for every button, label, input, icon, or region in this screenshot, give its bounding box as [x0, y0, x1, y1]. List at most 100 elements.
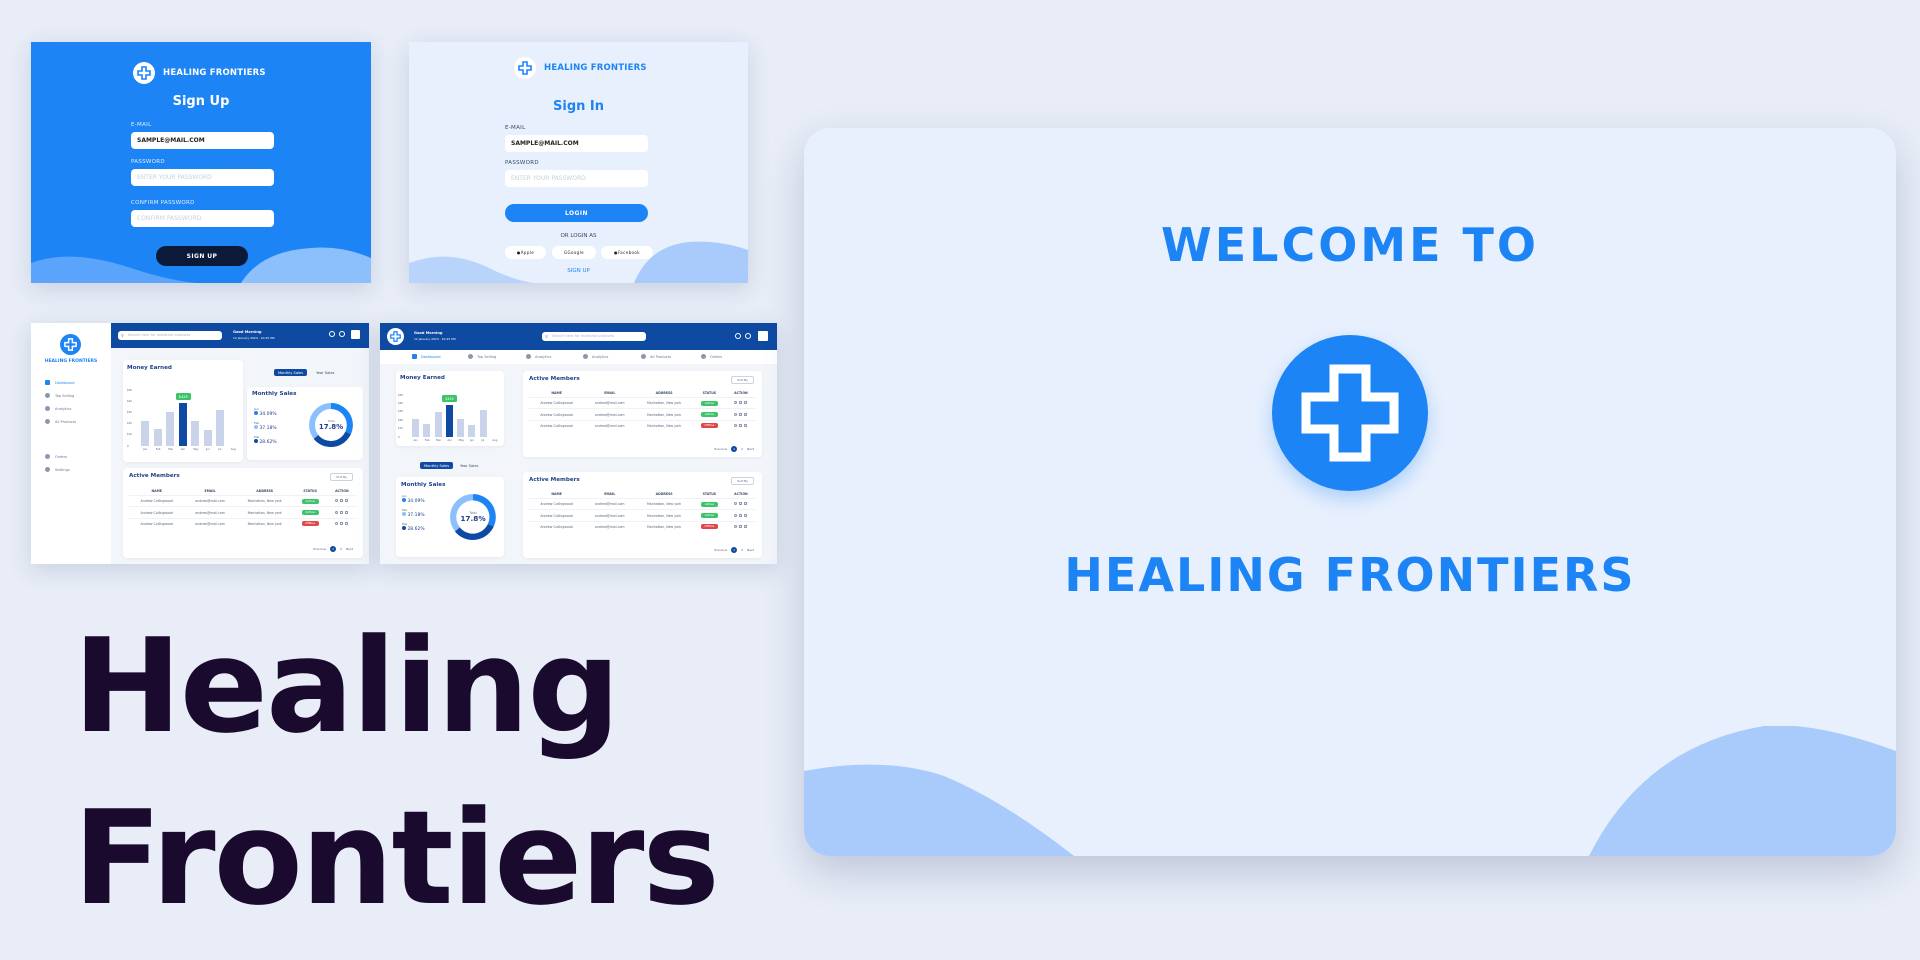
view-icon[interactable]	[335, 521, 339, 525]
delete-icon[interactable]	[744, 524, 748, 528]
social-apple-button[interactable]: ● Apple	[505, 246, 546, 259]
sidebar-item-orders[interactable]: Orders	[45, 454, 67, 459]
bar-apr[interactable]	[445, 405, 453, 437]
sidebar-item-settings[interactable]: Settings	[45, 467, 70, 472]
sort-dropdown[interactable]: Sort By	[330, 473, 353, 481]
sort-dropdown[interactable]: Sort By	[731, 376, 754, 384]
email-input[interactable]: SAMPLE@MAIL.COM	[131, 132, 274, 149]
search-input[interactable]: Search here for medicine products ⚲	[542, 332, 646, 341]
page-1[interactable]: 1	[330, 546, 337, 552]
view-icon[interactable]	[734, 524, 738, 528]
next-page[interactable]: Next	[747, 548, 754, 552]
welcome-brand-name: HEALING FRONTIERS	[1064, 548, 1636, 602]
tab-dashboard[interactable]: Dashboard	[412, 354, 441, 359]
edit-icon[interactable]	[340, 499, 344, 503]
edit-icon[interactable]	[739, 513, 743, 517]
signup-link[interactable]: SIGN UP	[409, 268, 748, 274]
cell-status: Active	[692, 497, 726, 510]
view-icon[interactable]	[734, 401, 738, 405]
delete-icon[interactable]	[744, 401, 748, 405]
view-icon[interactable]	[734, 412, 738, 416]
tab-orders[interactable]: Orders	[701, 354, 722, 359]
page-2[interactable]: 2	[741, 447, 743, 451]
page-1[interactable]: 1	[731, 446, 738, 452]
tab-top-selling[interactable]: Top Selling	[468, 354, 496, 359]
bar-jan[interactable]	[141, 421, 150, 446]
sort-dropdown[interactable]: Sort By	[731, 477, 754, 485]
login-button[interactable]: LOGIN	[505, 204, 648, 222]
edit-icon[interactable]	[739, 524, 743, 528]
social-google-button[interactable]: G Google	[552, 246, 596, 259]
edit-icon[interactable]	[739, 502, 743, 506]
tab-analytics[interactable]: Analytics	[526, 354, 551, 359]
avatar[interactable]	[351, 330, 360, 339]
toggle-year-sales[interactable]: Year Sales	[456, 462, 482, 469]
delete-icon[interactable]	[744, 412, 748, 416]
page-2[interactable]: 2	[741, 548, 743, 552]
bar-may[interactable]	[191, 421, 200, 446]
status-badge: Active	[301, 498, 319, 504]
edit-icon[interactable]	[340, 510, 344, 514]
page-1[interactable]: 1	[731, 547, 738, 553]
cell-name: Andrew Collingwood	[129, 517, 185, 530]
bar-feb[interactable]	[423, 424, 431, 437]
email-input[interactable]: SAMPLE@MAIL.COM	[505, 135, 648, 152]
gear-icon[interactable]	[339, 331, 345, 337]
table-row: Andrew Collingwood andrew@mail.com Manhatt…	[129, 506, 357, 519]
bar-jun[interactable]	[203, 430, 212, 446]
bar-jan[interactable]	[412, 418, 420, 437]
bar-feb[interactable]	[153, 429, 162, 446]
edit-icon[interactable]	[739, 423, 743, 427]
delete-icon[interactable]	[744, 513, 748, 517]
gear-icon[interactable]	[745, 333, 751, 339]
delete-icon[interactable]	[744, 502, 748, 506]
avatar[interactable]	[758, 331, 768, 341]
toggle-monthly-sales[interactable]: Monthly Sales	[274, 369, 308, 376]
password-input[interactable]: ENTER YOUR PASSWORD	[131, 169, 274, 186]
prev-page[interactable]: Previous	[714, 548, 727, 552]
tab-analytics-2[interactable]: Analytics	[583, 354, 608, 359]
bar-jul[interactable]	[479, 410, 487, 437]
next-page[interactable]: Next	[346, 547, 353, 551]
delete-icon[interactable]	[345, 521, 349, 525]
view-icon[interactable]	[335, 510, 339, 514]
page-2[interactable]: 2	[340, 547, 342, 551]
toggle-monthly-sales[interactable]: Monthly Sales	[420, 462, 454, 469]
prev-page[interactable]: Previous	[313, 547, 326, 551]
next-page[interactable]: Next	[747, 447, 754, 451]
sidebar-item-analytics[interactable]: Analytics	[45, 406, 71, 411]
bar-jun[interactable]	[468, 425, 476, 437]
confirm-password-input[interactable]: CONFIRM PASSWORD	[131, 210, 274, 227]
tab-all-products[interactable]: All Products	[641, 354, 671, 359]
bell-icon[interactable]	[735, 333, 741, 339]
bar-may[interactable]	[457, 418, 465, 437]
delete-icon[interactable]	[744, 423, 748, 427]
toggle-year-sales[interactable]: Year Sales	[312, 369, 338, 376]
signup-button[interactable]: SIGN UP	[156, 246, 248, 266]
column-header: ACTION	[734, 492, 748, 496]
bar-apr[interactable]	[178, 403, 187, 446]
prev-page[interactable]: Previous	[714, 447, 727, 451]
delete-icon[interactable]	[345, 510, 349, 514]
bar-mar[interactable]	[166, 412, 175, 446]
bar-mar[interactable]	[434, 411, 442, 437]
edit-icon[interactable]	[739, 412, 743, 416]
password-input[interactable]: ENTER YOUR PASSWORD	[505, 170, 648, 187]
bar-jul[interactable]	[216, 410, 225, 446]
social-facebook-button[interactable]: ● Facebook	[601, 246, 653, 259]
sidebar-item-top-selling[interactable]: Top Selling	[45, 393, 74, 398]
bell-icon[interactable]	[329, 331, 335, 337]
view-icon[interactable]	[335, 499, 339, 503]
view-icon[interactable]	[734, 423, 738, 427]
delete-icon[interactable]	[345, 499, 349, 503]
search-input[interactable]: Search here for medicine products ⚲	[118, 331, 222, 340]
view-icon[interactable]	[734, 502, 738, 506]
cell-email: andrew@mail.com	[584, 396, 636, 409]
view-icon[interactable]	[734, 513, 738, 517]
brand-name: HEALING FRONTIERS	[544, 63, 647, 73]
sidebar-item-dashboard[interactable]: Dashboard	[45, 380, 75, 385]
analytics-icon	[526, 354, 531, 359]
edit-icon[interactable]	[739, 401, 743, 405]
sidebar-item-all-products[interactable]: All Products	[45, 419, 76, 424]
edit-icon[interactable]	[340, 521, 344, 525]
